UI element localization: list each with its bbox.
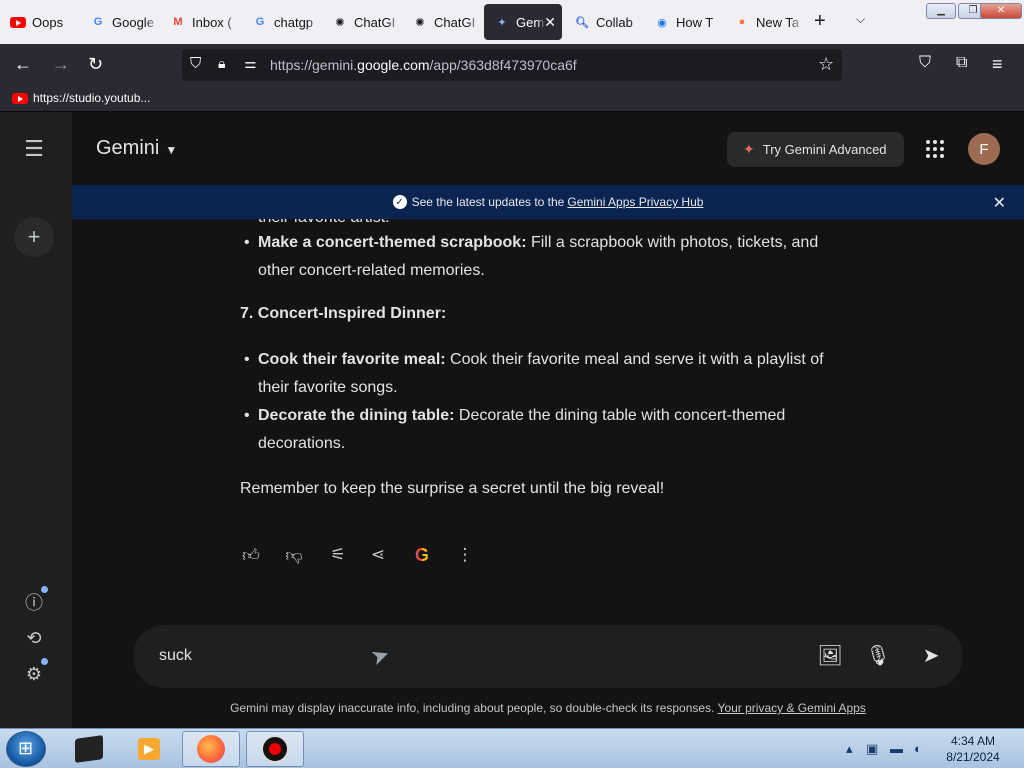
thumbs-down-icon[interactable]: 👎︎ [283, 544, 305, 566]
prompt-box: ➤ 🖼︎ 🎙︎ ➤ [133, 625, 963, 688]
start-button[interactable] [6, 731, 46, 767]
tab-chatgp-search[interactable]: G chatgp [242, 4, 322, 40]
list-item: Make a concert-themed scrapbook: Fill a … [240, 229, 840, 285]
bullet-list-dinner: Cook their favorite meal: Cook their fav… [240, 346, 840, 458]
share-icon[interactable]: ⋖ [367, 544, 389, 566]
prompt-input[interactable] [159, 647, 719, 665]
tray-monitor-icon[interactable]: ▬ [890, 741, 903, 756]
list-item: Decorate the dining table: Decorate the … [240, 402, 840, 458]
system-clock[interactable]: 4:34 AM 8/21/2024 [934, 733, 1012, 765]
notification-dot [41, 658, 48, 665]
close-tab-icon[interactable]: ✕ [544, 14, 556, 31]
show-hidden-icons-icon[interactable]: ▴ [846, 741, 853, 757]
tab-chatgpt-2[interactable]: ✺ ChatGI [402, 4, 482, 40]
pocket-icon[interactable]: ⛉ [919, 54, 931, 72]
gemini-icon: ✦ [497, 16, 507, 29]
bookmark-studio-youtube[interactable]: https://studio.youtub... [12, 91, 150, 105]
tab-new-tab[interactable]: ● New Ta [724, 4, 804, 40]
taskbar-recorder-icon[interactable] [246, 731, 304, 767]
hamburger-menu-icon[interactable]: ≡ [992, 54, 1003, 75]
volume-icon[interactable]: ◐ [914, 741, 922, 756]
lock-icon[interactable]: 🔒︎ [218, 55, 225, 72]
gmail-icon: M [173, 16, 183, 28]
privacy-link[interactable]: Your privacy & Gemini Apps [718, 701, 866, 715]
taskbar-app-dark-icon[interactable] [60, 731, 118, 767]
mouse-cursor-icon: ➤ [367, 640, 393, 671]
activity-history-icon[interactable]: ⟲ [22, 626, 46, 650]
chat-icon: ◉ [657, 16, 667, 29]
notification-dot [41, 586, 48, 593]
close-icon[interactable]: ✕ [993, 193, 1006, 213]
reload-icon[interactable]: ↻ [88, 54, 103, 75]
google-double-check-icon[interactable]: G [411, 544, 433, 566]
minimize-window-button[interactable]: ▁ [926, 3, 956, 19]
youtube-icon [12, 92, 28, 104]
caret-down-icon: ▼ [165, 143, 178, 157]
openai-icon: ✺ [415, 16, 425, 29]
upload-image-icon[interactable]: 🖼︎ [817, 643, 842, 667]
try-gemini-advanced-button[interactable]: ✦ Try Gemini Advanced [727, 132, 904, 167]
send-icon[interactable]: ➤ [919, 643, 943, 667]
new-tab-plus-icon[interactable]: + [814, 10, 826, 33]
privacy-hub-link[interactable]: Gemini Apps Privacy Hub [567, 195, 703, 209]
section-heading: 7. Concert-Inspired Dinner: [240, 305, 447, 322]
help-icon[interactable]: ⓘ [22, 586, 48, 614]
settings-gear-icon[interactable]: ⚙ [22, 658, 48, 686]
bookmarks-toolbar: https://studio.youtub... [0, 86, 1024, 112]
openai-icon: ✺ [335, 16, 345, 29]
modify-response-icon[interactable]: ⚟ [327, 544, 349, 566]
bookmark-star-icon[interactable]: ☆ [818, 54, 834, 75]
gemini-sidebar: ☰ + ⓘ ⟲ ⚙ [0, 112, 72, 728]
youtube-icon [10, 14, 26, 30]
search-icon: 🔍︎ [575, 16, 589, 29]
tab-gemini[interactable]: ✦ Gem ✕ [484, 4, 562, 40]
google-icon: G [255, 16, 265, 28]
sparkle-icon: ✦ [743, 141, 755, 157]
url-bar[interactable]: ⛉ 🔒︎ ⚌ https://gemini.google.com/app/363… [182, 49, 842, 81]
check-badge-icon: ✓ [392, 195, 407, 209]
more-options-icon[interactable]: ⋮ [454, 544, 476, 566]
tab-collab[interactable]: 🔍︎ Collab [564, 4, 644, 40]
permissions-icon[interactable]: ⚌ [244, 55, 257, 72]
avatar[interactable]: F [968, 133, 1000, 165]
clipped-line: their favorite artist. [258, 219, 390, 227]
closing-line: Remember to keep the surprise a secret u… [240, 480, 665, 497]
browser-nav-bar: ← → ↻ ⛉ 🔒︎ ⚌ https://gemini.google.com/a… [0, 44, 1024, 86]
shield-icon[interactable]: ⛉ [190, 55, 201, 72]
url-text[interactable]: https://gemini.google.com/app/363d8f4739… [270, 57, 577, 73]
tab-how-to[interactable]: ◉ How T [644, 4, 724, 40]
new-chat-plus-icon[interactable]: + [14, 217, 54, 257]
back-arrow-icon[interactable]: ← [14, 54, 32, 75]
tab-google[interactable]: G Google [80, 4, 160, 40]
model-selector[interactable]: Gemini ▼ [96, 137, 177, 160]
disclaimer: Gemini may display inaccurate info, incl… [230, 701, 866, 715]
google-apps-icon[interactable] [926, 140, 944, 158]
windows-taskbar: ▶ ▴ ▣ ▬ ◐ 4:34 AM 8/21/2024 [0, 728, 1024, 768]
tab-chatgpt-1[interactable]: ✺ ChatGI [322, 4, 402, 40]
extensions-icon[interactable]: ⧉ [956, 54, 967, 72]
gemini-header: Gemini ▼ ✦ Try Gemini Advanced F [72, 112, 1024, 182]
tab-oops[interactable]: Oops [0, 4, 80, 40]
tray-app-icon[interactable]: ▣ [866, 741, 878, 757]
list-item: Cook their favorite meal: Cook their fav… [240, 346, 840, 402]
forward-arrow-icon[interactable]: → [52, 54, 70, 75]
taskbar-firefox-icon[interactable] [182, 731, 240, 767]
google-icon: G [93, 16, 103, 28]
main-menu-icon[interactable]: ☰ [14, 129, 54, 169]
tab-inbox[interactable]: M Inbox ( [160, 4, 240, 40]
thumbs-up-icon[interactable]: 👍︎ [240, 544, 262, 566]
privacy-banner: ✓ See the latest updates to the Gemini A… [72, 185, 1024, 219]
list-all-tabs-chevron-icon[interactable]: ⌵ [856, 12, 865, 27]
microphone-icon[interactable]: 🎙︎ [865, 643, 890, 667]
firefox-icon: ● [738, 16, 746, 28]
close-window-button[interactable]: ✕ [980, 3, 1022, 19]
browser-tab-bar: Oops G Google M Inbox ( G chatgp ✺ ChatG… [0, 0, 1024, 44]
taskbar-media-player-icon[interactable]: ▶ [120, 731, 178, 767]
bullet-list-scrapbook: Make a concert-themed scrapbook: Fill a … [240, 229, 840, 285]
